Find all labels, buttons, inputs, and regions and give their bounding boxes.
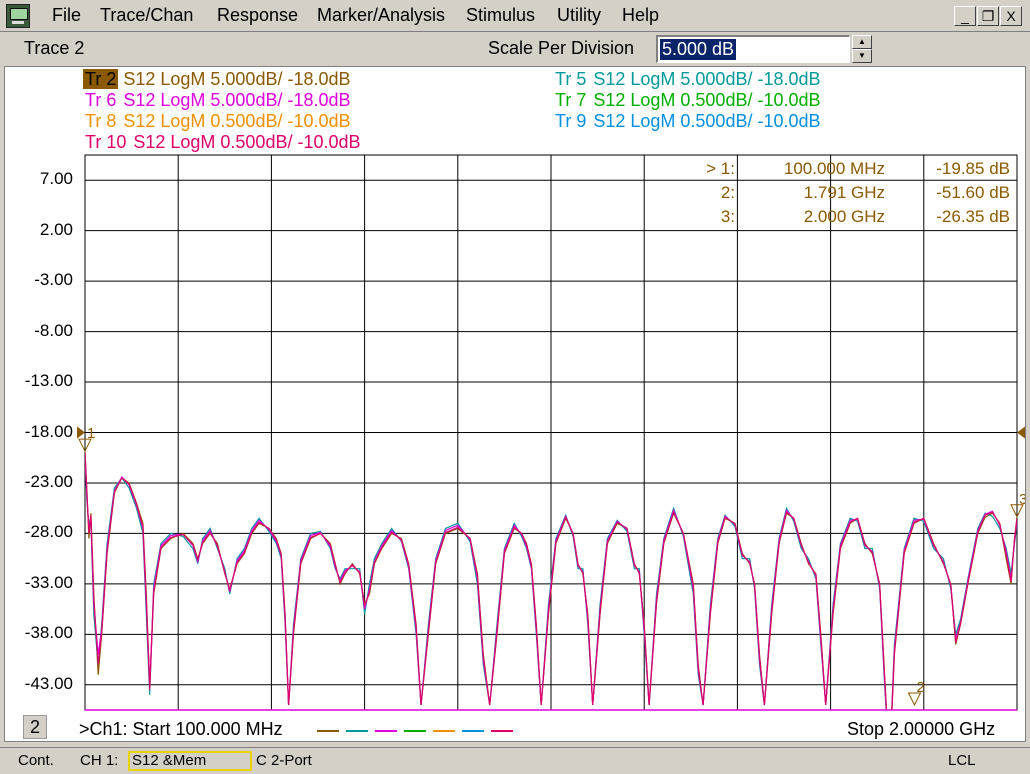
reference-left-arrow <box>77 426 85 439</box>
channel-window-number[interactable]: 2 <box>23 715 47 739</box>
marker-number: > 1: <box>706 159 735 178</box>
marker-1-label: 1 <box>87 425 95 442</box>
marker-response: -19.85 dB <box>936 159 1010 178</box>
marker-number: 2: <box>720 183 735 202</box>
pna-app-icon[interactable] <box>6 4 30 28</box>
scale-per-division-label: Scale Per Division <box>488 38 635 58</box>
menu-utility[interactable]: Utility <box>557 5 601 26</box>
minimize-icon: _ <box>961 8 969 24</box>
close-icon: X <box>1006 8 1016 24</box>
scale-value: 5.000 dB <box>660 39 737 60</box>
spin-down-icon[interactable]: ▼ <box>852 49 872 63</box>
status-calibration: C 2-Port <box>256 752 312 769</box>
menu-file[interactable]: File <box>52 5 81 26</box>
marker-stimulus: 100.000 MHz <box>783 159 885 178</box>
sweep-mode: Cont. <box>18 752 54 769</box>
marker-stimulus: 1.791 GHz <box>803 183 885 202</box>
menu-trace-chan[interactable]: Trace/Chan <box>100 5 193 26</box>
menu-response[interactable]: Response <box>217 5 298 26</box>
application-window: File Trace/Chan Response Marker/Analysis… <box>0 0 1030 774</box>
start-frequency[interactable]: >Ch1: Start 100.000 MHz <box>79 719 283 740</box>
marker-response: -51.60 dB <box>936 183 1010 202</box>
measurement-display[interactable]: Tr 2 S12 LogM 5.000dB/ -18.0dB Tr 6 S12 L… <box>4 66 1026 742</box>
marker-response: -26.35 dB <box>936 207 1010 226</box>
trace-swatches <box>317 730 513 732</box>
menu-stimulus[interactable]: Stimulus <box>466 5 535 26</box>
marker-3-label: 3 <box>1019 491 1025 508</box>
spin-up-icon[interactable]: ▲ <box>852 35 872 49</box>
stop-frequency[interactable]: Stop 2.00000 GHz <box>847 719 995 740</box>
menu-bar: File Trace/Chan Response Marker/Analysis… <box>0 0 1030 32</box>
status-bar: Cont. CH 1: S12 &Mem C 2-Port LCL <box>0 747 1030 774</box>
restore-button[interactable]: ❐ <box>977 6 999 26</box>
status-channel: CH 1: <box>80 752 119 769</box>
menu-help[interactable]: Help <box>622 5 659 26</box>
minimize-button[interactable]: _ <box>954 6 976 26</box>
marker-stimulus: 2.000 GHz <box>803 207 885 226</box>
scale-per-division-input[interactable]: 5.000 dB <box>656 35 850 63</box>
status-remote: LCL <box>948 752 976 769</box>
entry-toolbar: Trace 2 Scale Per Division 5.000 dB ▲ ▼ <box>0 33 1030 65</box>
restore-icon: ❐ <box>981 8 995 24</box>
active-trace-label: Trace 2 <box>24 38 85 58</box>
status-measurement: S12 &Mem <box>132 752 207 769</box>
close-button[interactable]: X <box>1000 6 1022 26</box>
menu-marker-analysis[interactable]: Marker/Analysis <box>317 5 445 26</box>
scale-spinner[interactable]: ▲ ▼ <box>852 35 872 63</box>
reference-right-arrow <box>1017 426 1025 439</box>
marker-2-label: 2 <box>916 679 924 696</box>
marker-number: 3: <box>720 207 735 226</box>
